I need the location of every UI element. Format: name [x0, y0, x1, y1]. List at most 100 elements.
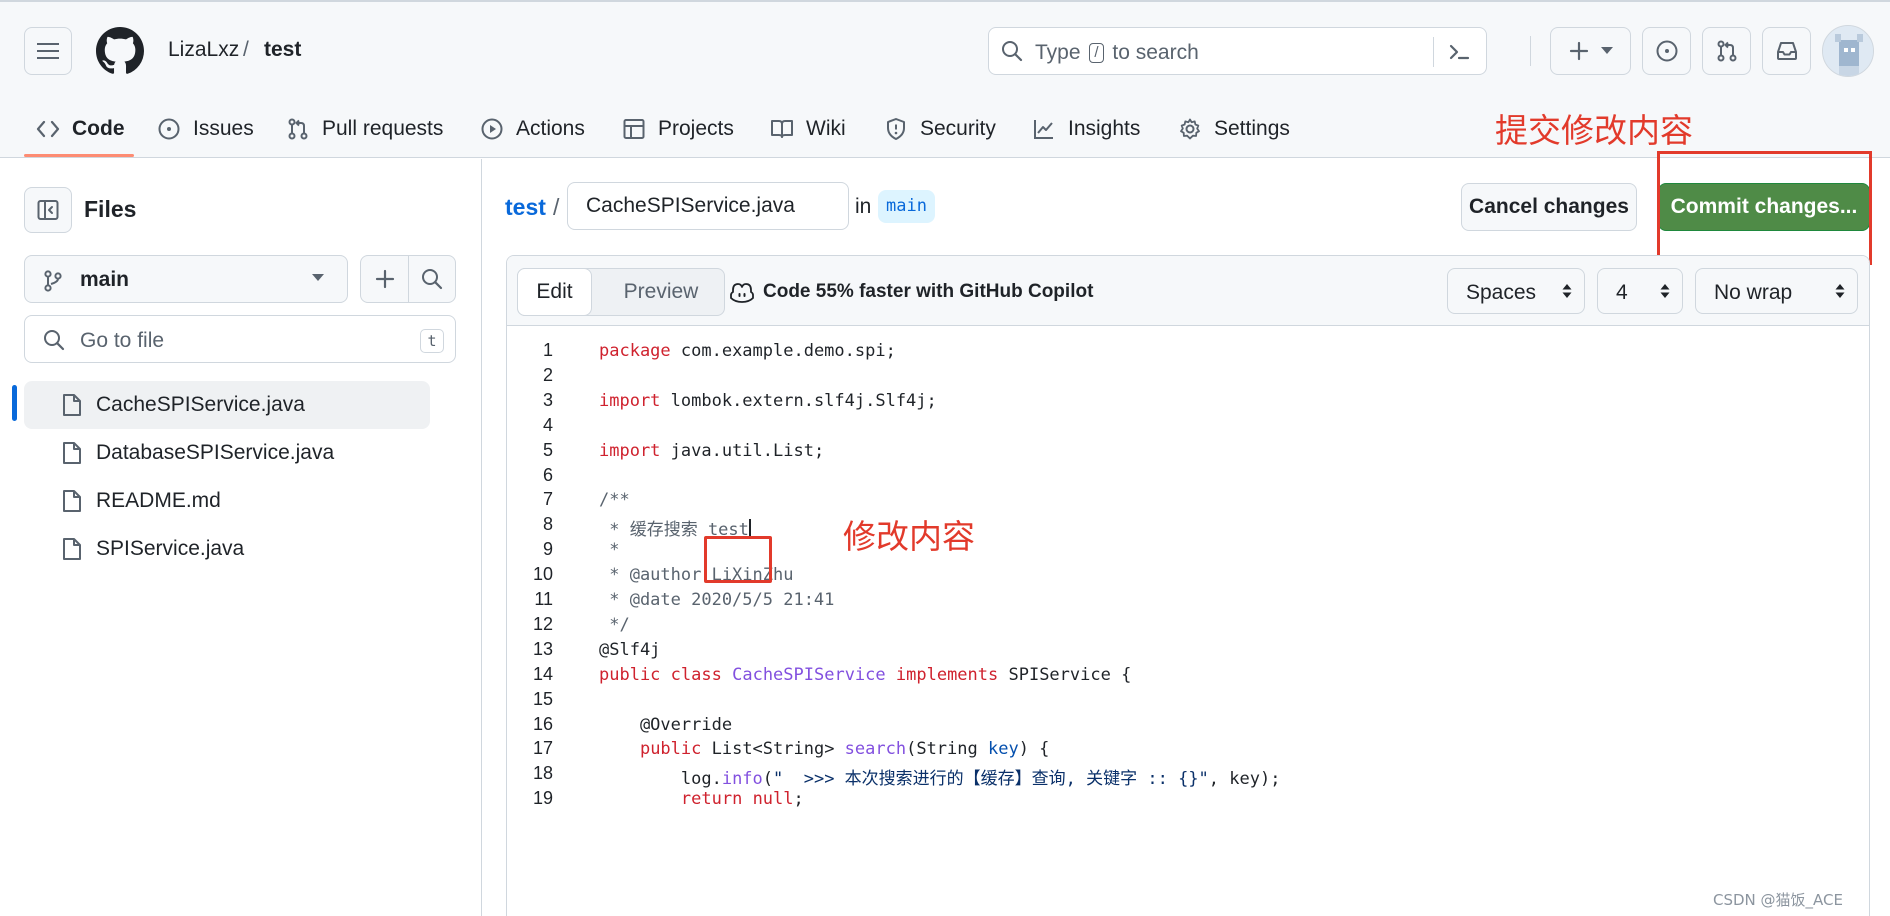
select-arrows-icon	[1660, 283, 1670, 299]
menu-button[interactable]	[24, 27, 72, 75]
tab-insights[interactable]: Insights	[1032, 114, 1140, 144]
command-palette-icon[interactable]	[1447, 40, 1471, 64]
code-editor: Edit Preview Code 55% faster with GitHub…	[506, 255, 1870, 916]
code-area[interactable]: 1 package com.example.demo.spi; 2 3 import l…	[507, 326, 1869, 916]
filename-input[interactable]	[567, 182, 849, 230]
tab-wiki[interactable]: Wiki	[770, 114, 846, 144]
book-icon	[770, 117, 806, 141]
cancel-changes-button[interactable]: Cancel changes	[1461, 183, 1637, 231]
tab-code-label: Code	[72, 117, 125, 140]
selected-file-indicator	[12, 385, 17, 421]
file-icon	[24, 441, 96, 465]
tab-settings[interactable]: Settings	[1178, 114, 1290, 144]
inbox-button[interactable]	[1762, 27, 1811, 75]
avatar[interactable]	[1822, 25, 1874, 77]
commit-highlight-box	[1657, 151, 1872, 265]
go-to-file-input[interactable]: Go to file t	[24, 315, 456, 363]
file-name: CacheSPIService.java	[96, 393, 305, 416]
tab-code[interactable]: Code	[36, 114, 125, 144]
file-name: README.md	[96, 489, 221, 512]
line-number: 7	[542, 489, 553, 510]
line-number: 8	[542, 514, 553, 535]
editor-repo-link[interactable]: test	[505, 194, 546, 221]
line-number: 1	[542, 340, 553, 360]
edit-highlight-box	[704, 536, 772, 583]
git-branch-icon	[43, 270, 63, 292]
code-icon	[36, 119, 72, 139]
tab-issues-label: Issues	[193, 117, 254, 140]
editor-toolbar: Edit Preview Code 55% faster with GitHub…	[507, 256, 1869, 326]
line-number: 17	[532, 738, 553, 759]
git-pull-request-icon	[286, 117, 322, 141]
line-number: 13	[532, 638, 553, 659]
file-item-spiservice[interactable]: SPIService.java	[24, 525, 430, 573]
line-number: 6	[542, 464, 553, 485]
copilot-promo-text: Code 55% faster with GitHub Copilot	[763, 281, 1094, 302]
issues-button[interactable]	[1642, 27, 1691, 75]
file-item-readme[interactable]: README.md	[24, 477, 430, 525]
gear-icon	[1178, 117, 1214, 141]
tab-preview[interactable]: Preview	[602, 269, 720, 315]
select-arrows-icon	[1835, 283, 1845, 299]
indent-size-value: 4	[1616, 281, 1628, 304]
create-new-button[interactable]	[1550, 27, 1631, 75]
play-icon	[480, 117, 516, 141]
code-line[interactable]: 19 return null;	[507, 784, 1869, 814]
wrap-mode-value: No wrap	[1714, 281, 1793, 304]
code-text: /**	[599, 490, 630, 511]
table-icon	[622, 117, 658, 141]
tab-projects[interactable]: Projects	[622, 114, 734, 144]
chevron-down-icon	[311, 272, 325, 282]
repo-link[interactable]: test	[264, 38, 301, 62]
line-number: 2	[542, 364, 553, 385]
sidebar-collapse-icon	[36, 198, 60, 222]
search-icon	[43, 329, 65, 351]
file-item-databasespiservice[interactable]: DatabaseSPIService.java	[24, 429, 430, 477]
button-divider	[408, 256, 409, 302]
search-input[interactable]: Type / to search	[988, 27, 1487, 75]
tab-pull-requests-label: Pull requests	[322, 117, 444, 140]
watermark: CSDN @猫饭_ACE	[1713, 891, 1843, 909]
branch-name: main	[80, 268, 130, 291]
line-number: 19	[532, 788, 553, 809]
github-logo-icon[interactable]	[96, 27, 144, 75]
git-pull-request-icon	[1715, 39, 1739, 63]
add-file-icon[interactable]	[374, 268, 396, 290]
breadcrumb-separator: /	[243, 38, 249, 61]
tab-settings-label: Settings	[1214, 117, 1290, 140]
search-placeholder: Type / to search	[1035, 41, 1199, 65]
tab-edit[interactable]: Edit	[517, 268, 592, 316]
tab-issues[interactable]: Issues	[157, 114, 254, 144]
tab-wiki-label: Wiki	[806, 117, 846, 140]
tab-actions[interactable]: Actions	[480, 114, 585, 144]
line-number: 3	[542, 389, 553, 410]
edit-preview-toggle: Edit Preview	[517, 268, 725, 316]
line-number: 5	[542, 439, 553, 460]
code-text: package com.example.demo.spi;	[599, 341, 896, 361]
code-text: public List<String> search(String key) {	[639, 739, 1050, 760]
files-title: Files	[84, 196, 137, 222]
branch-selector[interactable]: main	[24, 255, 348, 303]
active-tab-indicator	[24, 154, 134, 157]
file-icon	[24, 537, 96, 561]
indent-mode-select[interactable]: Spaces	[1447, 268, 1585, 314]
line-number: 12	[532, 613, 553, 634]
path-separator: /	[553, 194, 560, 220]
tab-pull-requests[interactable]: Pull requests	[286, 114, 443, 144]
file-icon	[24, 489, 96, 513]
search-icon[interactable]	[421, 268, 443, 290]
line-number: 10	[532, 564, 553, 585]
copilot-icon	[729, 280, 763, 304]
indent-size-select[interactable]: 4	[1597, 268, 1683, 314]
line-number: 18	[532, 763, 553, 784]
tab-projects-label: Projects	[658, 117, 734, 140]
owner-link[interactable]: LizaLxz	[168, 38, 239, 62]
wrap-mode-select[interactable]: No wrap	[1695, 268, 1858, 314]
file-tree-sidebar: Files main Go to file t CacheSPIService.…	[0, 159, 482, 916]
file-item-cachespiservice[interactable]: CacheSPIService.java	[24, 381, 430, 429]
copilot-promo[interactable]: Code 55% faster with GitHub Copilot	[729, 280, 1093, 304]
tab-security[interactable]: Security	[884, 114, 996, 144]
shield-icon	[884, 117, 920, 141]
collapse-sidebar-button[interactable]	[24, 187, 72, 233]
pull-requests-button[interactable]	[1702, 27, 1751, 75]
